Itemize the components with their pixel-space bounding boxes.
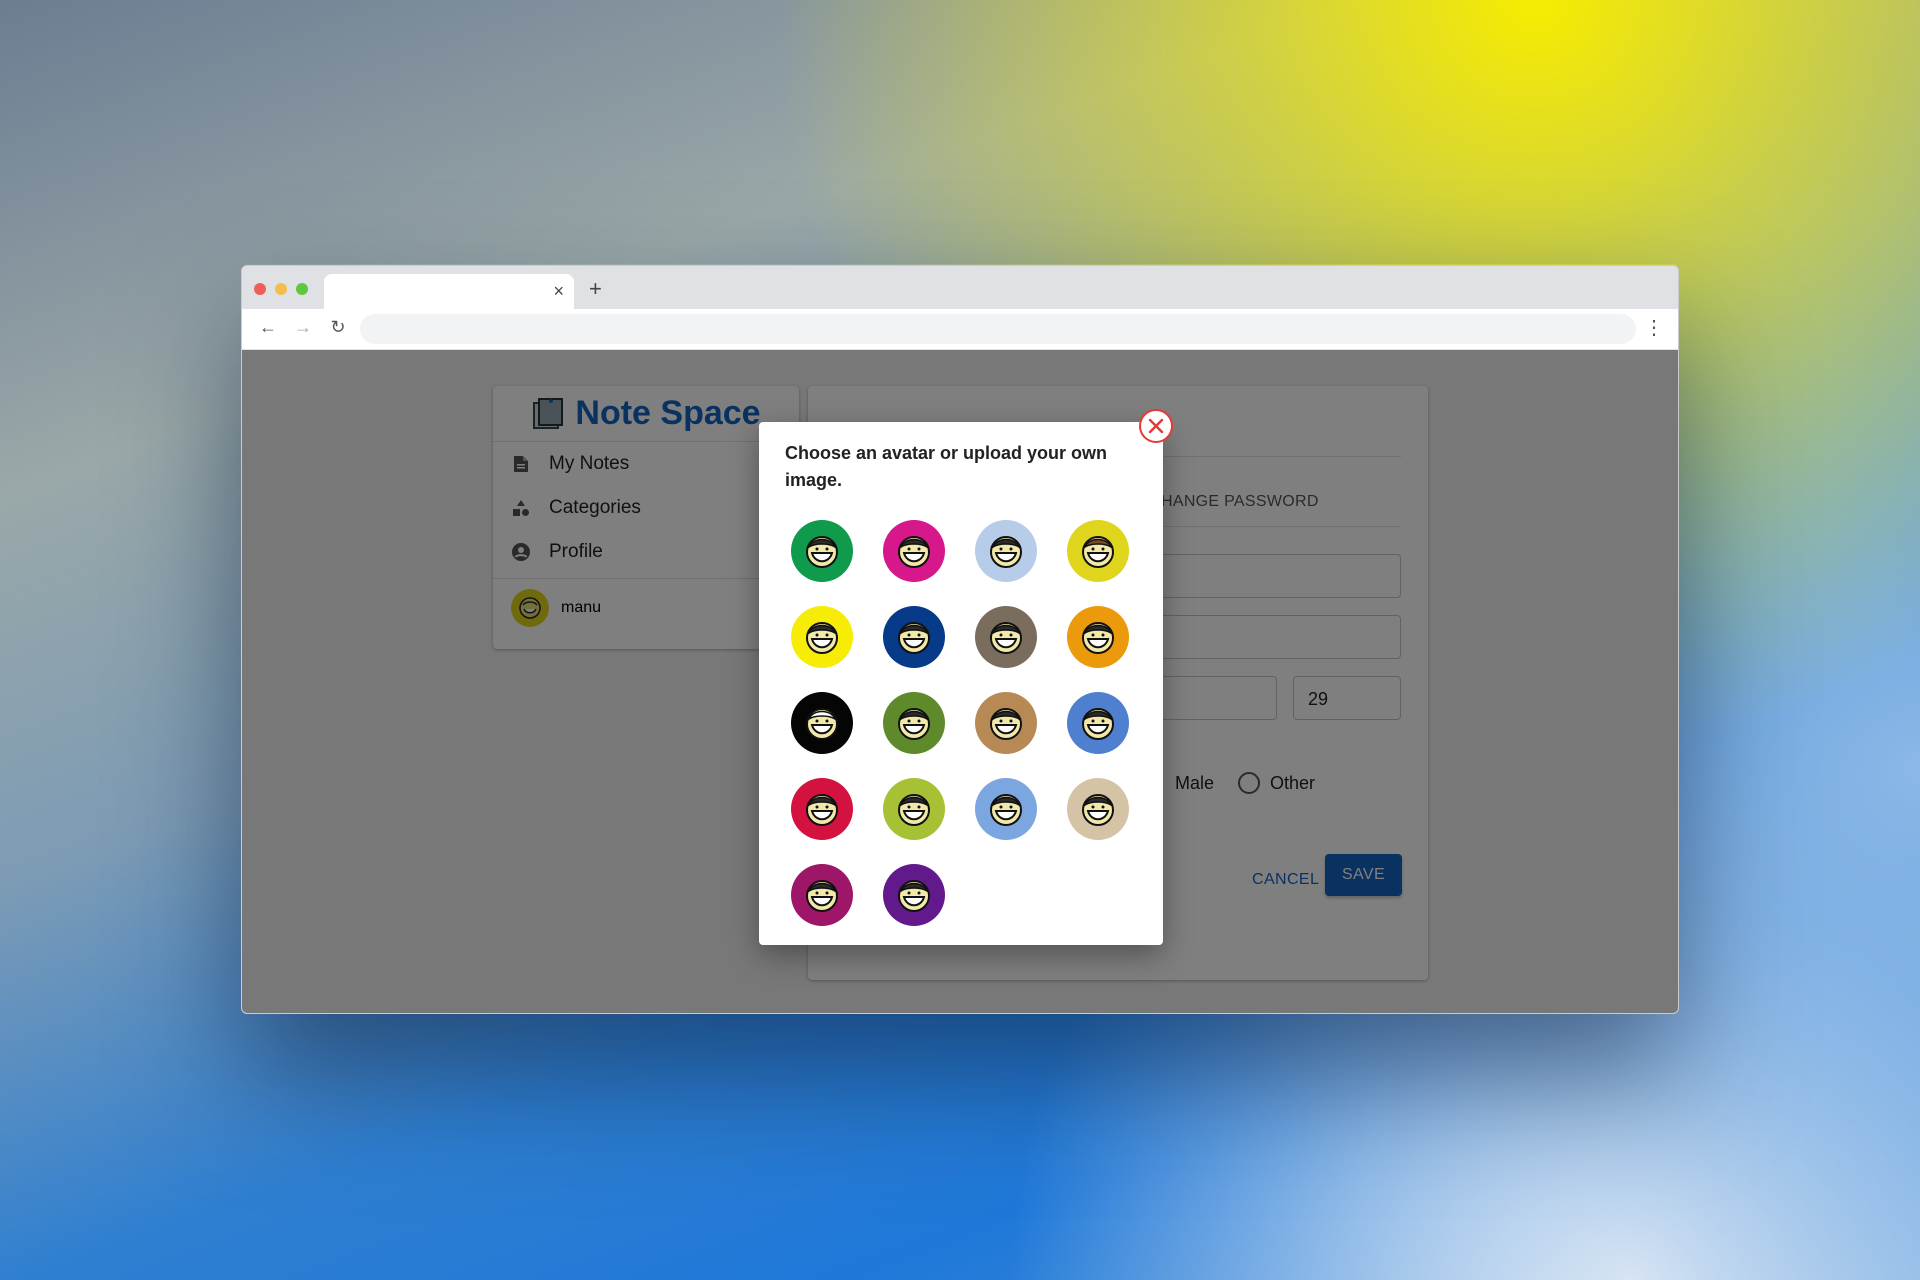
tab-close-icon[interactable]: × [553,281,564,301]
face-icon [806,880,838,912]
face-icon [806,622,838,654]
face-icon [990,536,1022,568]
face-icon [1082,622,1114,654]
avatar-option[interactable] [883,520,945,582]
browser-menu-icon[interactable]: ⋮ [1644,315,1664,340]
address-bar[interactable] [360,314,1636,344]
face-icon [990,708,1022,740]
avatar-option[interactable] [1067,520,1129,582]
face-icon [1082,794,1114,826]
avatar-option[interactable] [1067,692,1129,754]
avatar-option[interactable] [791,606,853,668]
face-icon [806,708,838,740]
avatar-option[interactable] [883,606,945,668]
avatar-option[interactable] [1067,606,1129,668]
face-icon [990,794,1022,826]
avatar-option[interactable] [791,778,853,840]
face-icon [898,794,930,826]
new-tab-button[interactable]: + [589,276,602,302]
back-icon[interactable]: ← [256,317,280,338]
face-icon [898,708,930,740]
face-icon [990,622,1022,654]
browser-toolbar: ← → ↻ ⋮ [242,309,1678,350]
close-dialog-button[interactable] [1139,409,1173,443]
avatar-option[interactable] [791,692,853,754]
avatar-option[interactable] [791,520,853,582]
reload-icon[interactable]: ↻ [326,317,350,338]
avatar-option[interactable] [975,692,1037,754]
avatar-grid [791,520,1129,926]
face-icon [806,794,838,826]
avatar-option[interactable] [883,778,945,840]
face-icon [898,622,930,654]
browser-window: × + ← → ↻ ⋮ Note Space My Notes [241,265,1679,1014]
avatar-option[interactable] [975,606,1037,668]
close-icon [1148,418,1164,434]
avatar-option[interactable] [791,864,853,926]
avatar-picker-dialog: Choose an avatar or upload your own imag… [759,409,1173,945]
forward-icon[interactable]: → [291,317,315,338]
minimize-window-button[interactable] [275,283,287,295]
avatar-option[interactable] [1067,778,1129,840]
browser-tab[interactable]: × [324,274,574,309]
face-icon [806,536,838,568]
avatar-option[interactable] [975,520,1037,582]
close-window-button[interactable] [254,283,266,295]
page-viewport: Note Space My Notes Categories Profile [242,350,1678,1013]
window-controls [254,283,308,295]
face-icon [1082,536,1114,568]
avatar-option[interactable] [883,692,945,754]
face-icon [898,880,930,912]
dialog-title: Choose an avatar or upload your own imag… [785,443,1108,490]
tab-bar: × + [242,266,1678,309]
avatar-option[interactable] [975,778,1037,840]
face-icon [898,536,930,568]
face-icon [1082,708,1114,740]
maximize-window-button[interactable] [296,283,308,295]
avatar-option[interactable] [883,864,945,926]
